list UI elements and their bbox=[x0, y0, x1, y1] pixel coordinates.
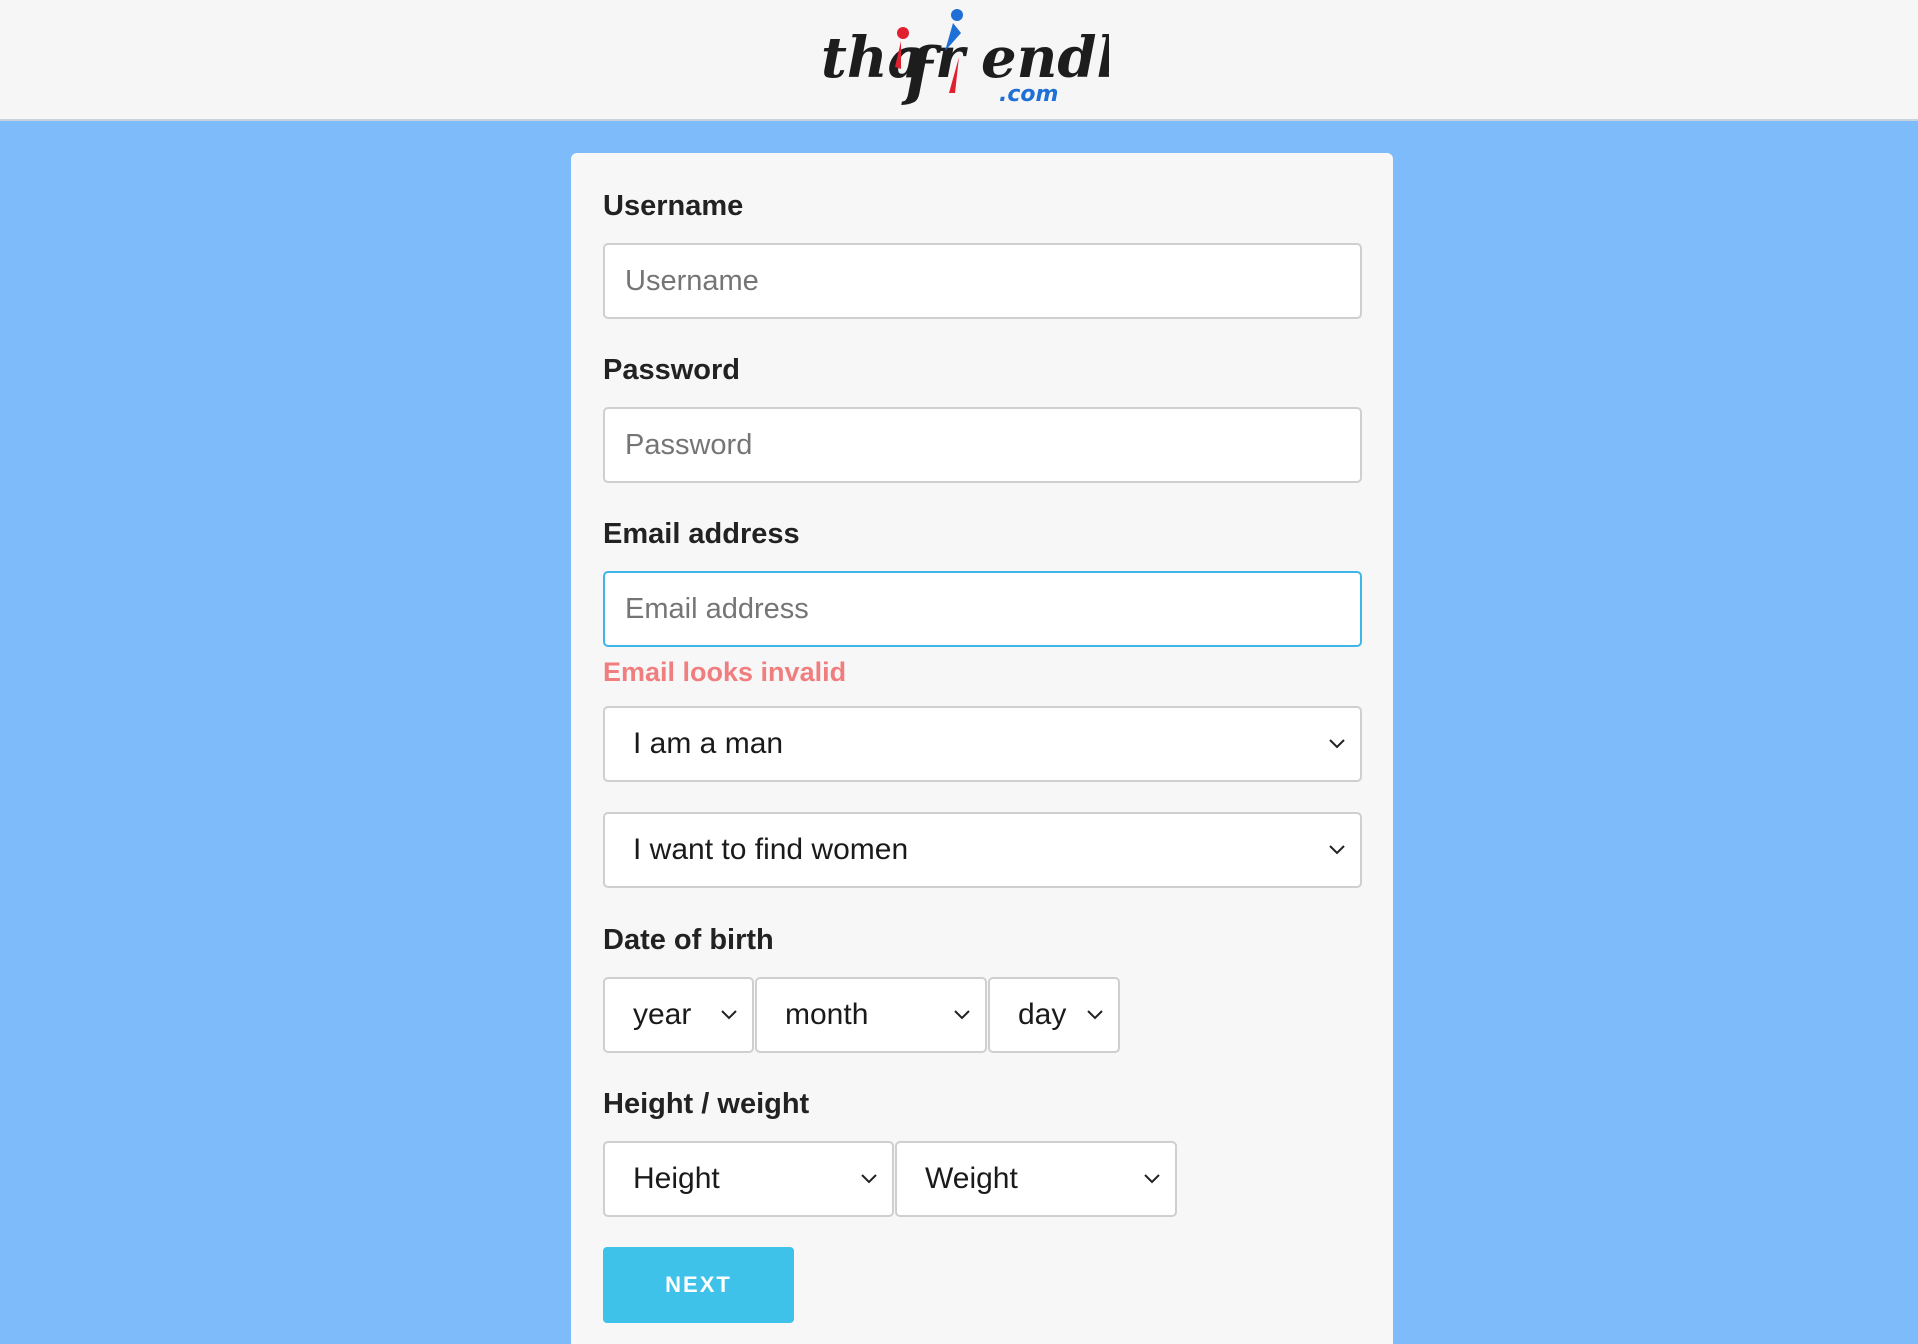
gender-select-value: I am a man bbox=[633, 727, 784, 760]
chevron-down-icon bbox=[1086, 1007, 1104, 1021]
email-label: Email address bbox=[603, 518, 800, 550]
chevron-down-icon bbox=[720, 1007, 738, 1021]
height-select[interactable]: Height bbox=[603, 1141, 894, 1217]
dob-day-select[interactable]: day bbox=[988, 977, 1120, 1053]
dob-year-value: year bbox=[633, 998, 692, 1031]
chevron-down-icon bbox=[1328, 842, 1346, 856]
username-label: Username bbox=[603, 190, 744, 222]
chevron-down-icon bbox=[1143, 1171, 1161, 1185]
chevron-down-icon bbox=[953, 1007, 971, 1021]
signup-card: Username Username Password Password Emai… bbox=[571, 153, 1393, 1344]
height-select-value: Height bbox=[633, 1162, 720, 1195]
thaifriendly-logo[interactable]: tha f r endly .com bbox=[809, 5, 1109, 115]
dob-month-value: month bbox=[785, 998, 869, 1031]
dob-label: Date of birth bbox=[603, 924, 774, 956]
svg-text:.com: .com bbox=[999, 82, 1058, 107]
next-button[interactable]: NEXT bbox=[603, 1247, 794, 1323]
dob-day-value: day bbox=[1018, 998, 1067, 1031]
dob-month-select[interactable]: month bbox=[755, 977, 987, 1053]
email-error-message: Email looks invalid bbox=[603, 657, 847, 687]
password-input[interactable]: Password bbox=[603, 407, 1362, 483]
email-input[interactable]: Email address bbox=[603, 571, 1362, 647]
chevron-down-icon bbox=[1328, 736, 1346, 750]
seeking-select-value: I want to find women bbox=[633, 833, 909, 866]
weight-select-value: Weight bbox=[925, 1162, 1018, 1195]
height-weight-label: Height / weight bbox=[603, 1088, 810, 1120]
username-input[interactable]: Username bbox=[603, 243, 1362, 319]
logo-graphic: tha f r endly .com bbox=[821, 8, 1109, 109]
site-header: tha f r endly .com bbox=[0, 0, 1918, 121]
chevron-down-icon bbox=[860, 1171, 878, 1185]
seeking-select[interactable]: I want to find women bbox=[603, 812, 1362, 888]
weight-select[interactable]: Weight bbox=[895, 1141, 1177, 1217]
gender-select[interactable]: I am a man bbox=[603, 706, 1362, 782]
password-label: Password bbox=[603, 354, 740, 386]
dob-year-select[interactable]: year bbox=[603, 977, 754, 1053]
